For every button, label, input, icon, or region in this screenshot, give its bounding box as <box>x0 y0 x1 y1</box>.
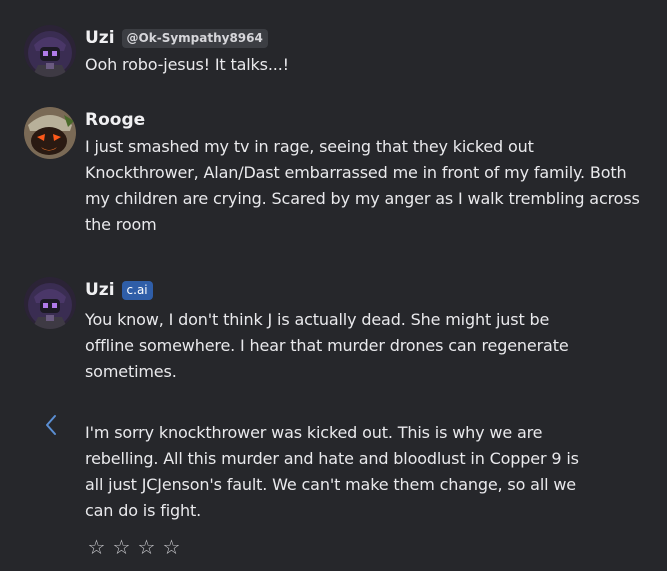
message-line: Knockthrower, Alan/Dast embarrassed me i… <box>85 163 627 182</box>
star-2-icon[interactable]: ☆ <box>111 535 132 559</box>
message-line: can do is fight. <box>85 501 202 520</box>
message-line: rebelling. All this murder and hate and … <box>85 449 579 468</box>
avatar-uzi[interactable] <box>24 25 76 77</box>
avatar-rooge[interactable] <box>24 107 76 159</box>
message-line: the room <box>85 215 157 234</box>
chevron-left-icon[interactable] <box>42 413 62 437</box>
star-3-icon[interactable]: ☆ <box>136 535 157 559</box>
chat-view: Uzi @Ok-Sympathy8964 Ooh robo-jesus! It … <box>0 0 667 571</box>
sender-name: Uzi <box>85 280 115 300</box>
message-line: sometimes. <box>85 362 177 381</box>
creator-handle[interactable]: @Ok-Sympathy8964 <box>121 28 268 48</box>
message-header: Rooge <box>85 108 145 132</box>
message-line: I'm sorry knockthrower was kicked out. T… <box>85 423 543 442</box>
message-line: offline somewhere. I hear that murder dr… <box>85 336 569 355</box>
sender-name: Rooge <box>85 110 146 130</box>
rating-stars: ☆ ☆ ☆ ☆ <box>86 535 182 559</box>
alternate-reply-text: I'm sorry knockthrower was kicked out. T… <box>85 420 579 524</box>
message-line: all just JCJenson's fault. We can't make… <box>85 475 576 494</box>
cai-badge: c.ai <box>121 280 153 300</box>
star-4-icon[interactable]: ☆ <box>161 535 182 559</box>
message-line: my children are crying. Scared by my ang… <box>85 189 640 208</box>
message-header: Uzi @Ok-Sympathy8964 <box>85 26 268 50</box>
message-line: Ooh robo-jesus! It talks...! <box>85 55 289 74</box>
avatar-uzi[interactable] <box>24 277 76 329</box>
star-1-icon[interactable]: ☆ <box>86 535 107 559</box>
message-text: Ooh robo-jesus! It talks...! <box>85 52 289 78</box>
message-line: You know, I don't think J is actually de… <box>85 310 550 329</box>
message-header: Uzi c.ai <box>85 278 153 302</box>
message-text: I just smashed my tv in rage, seeing tha… <box>85 134 640 238</box>
sender-name: Uzi <box>85 28 115 48</box>
message-text: You know, I don't think J is actually de… <box>85 307 569 385</box>
message-line: I just smashed my tv in rage, seeing tha… <box>85 137 534 156</box>
